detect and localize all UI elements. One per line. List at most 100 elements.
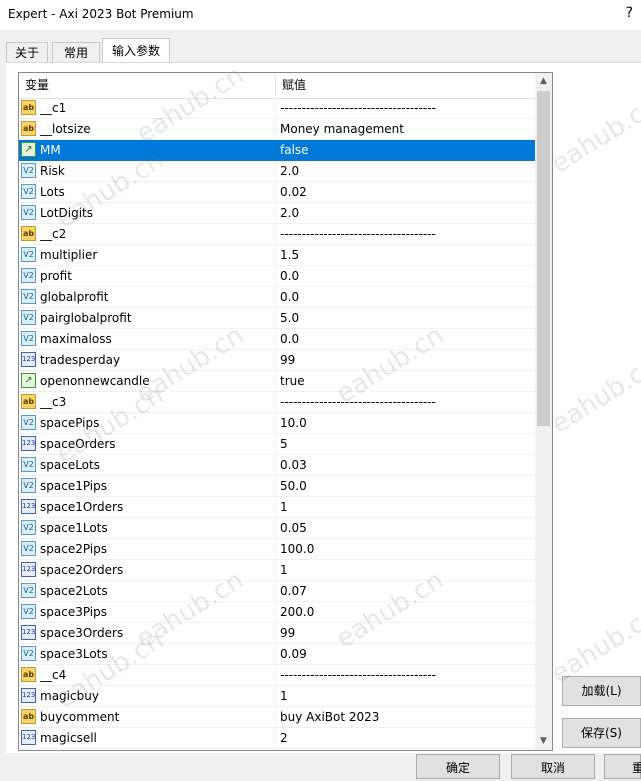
- parameter-name: space1Orders: [40, 500, 124, 514]
- parameter-value[interactable]: buy AxiBot 2023: [280, 707, 379, 728]
- parameter-value[interactable]: 99: [280, 350, 295, 371]
- column-header-variable[interactable]: 变量: [19, 73, 275, 98]
- table-row[interactable]: V2 multiplier 1.5: [19, 245, 535, 266]
- parameter-value[interactable]: 2: [280, 728, 288, 749]
- parameter-value[interactable]: 0.0: [280, 287, 299, 308]
- integer-icon: 123: [21, 436, 36, 451]
- table-row[interactable]: ab __lotsize Money management: [19, 119, 535, 140]
- table-row[interactable]: V2 globalprofit 0.0: [19, 287, 535, 308]
- vertical-scrollbar[interactable]: ▲ ▼: [535, 73, 552, 750]
- parameter-value[interactable]: 100.0: [280, 539, 314, 560]
- load-button[interactable]: 加载(L): [562, 676, 641, 706]
- parameter-name: __c1: [40, 101, 67, 115]
- table-row[interactable]: ab __c4 ----------------------------------…: [19, 665, 535, 686]
- table-row[interactable]: 123 magicsell 2: [19, 728, 535, 749]
- parameter-value[interactable]: ------------------------------------: [280, 224, 436, 245]
- double-icon: V2: [21, 583, 36, 598]
- table-row[interactable]: V2 spacePips 10.0: [19, 413, 535, 434]
- parameter-value[interactable]: 0.0: [280, 329, 299, 350]
- parameter-value[interactable]: 1: [280, 686, 288, 707]
- table-row[interactable]: V2 LotDigits 2.0: [19, 203, 535, 224]
- parameter-value[interactable]: ------------------------------------: [280, 392, 436, 413]
- cell-divider: [275, 476, 276, 497]
- parameter-value[interactable]: 0.0: [280, 266, 299, 287]
- parameter-value[interactable]: false: [280, 140, 309, 161]
- parameter-value[interactable]: 1: [280, 560, 288, 581]
- table-row[interactable]: 123 space2Orders 1: [19, 560, 535, 581]
- tab-about[interactable]: 关于: [6, 42, 48, 63]
- cancel-button[interactable]: 取消: [511, 754, 595, 779]
- parameter-value[interactable]: ------------------------------------: [280, 665, 436, 686]
- parameter-value[interactable]: 5.0: [280, 308, 299, 329]
- column-header-value[interactable]: 赋值: [276, 73, 532, 98]
- parameter-value[interactable]: 200.0: [280, 602, 314, 623]
- table-row[interactable]: V2 Lots 0.02: [19, 182, 535, 203]
- table-row[interactable]: 123 space1Orders 1: [19, 497, 535, 518]
- table-row[interactable]: V2 space3Lots 0.09: [19, 644, 535, 665]
- save-button[interactable]: 保存(S): [562, 718, 641, 748]
- parameter-name: buycomment: [40, 710, 120, 724]
- table-row[interactable]: ↗ MM false: [19, 140, 535, 161]
- integer-icon: 123: [21, 352, 36, 367]
- cell-divider: [275, 119, 276, 140]
- double-icon: V2: [21, 457, 36, 472]
- table-row[interactable]: 123 spaceOrders 5: [19, 434, 535, 455]
- table-row[interactable]: V2 profit 0.0: [19, 266, 535, 287]
- cell-divider: [275, 350, 276, 371]
- parameter-value[interactable]: 0.03: [280, 455, 307, 476]
- parameter-value[interactable]: 0.05: [280, 518, 307, 539]
- table-row[interactable]: ↗ openonnewcandle true: [19, 371, 535, 392]
- table-row[interactable]: V2 Risk 2.0: [19, 161, 535, 182]
- parameter-name: space2Lots: [40, 584, 108, 598]
- parameter-value[interactable]: 1.5: [280, 245, 299, 266]
- parameter-name: Risk: [40, 164, 65, 178]
- parameter-name: tradesperday: [40, 353, 121, 367]
- grid-header: 变量 赋值: [19, 73, 535, 99]
- tab-inputs[interactable]: 输入参数: [102, 38, 170, 64]
- parameter-value[interactable]: 50.0: [280, 476, 307, 497]
- parameter-value[interactable]: 5: [280, 434, 288, 455]
- cell-divider: [275, 182, 276, 203]
- table-row[interactable]: ab __c2 ----------------------------------…: [19, 224, 535, 245]
- reset-button[interactable]: 重: [604, 754, 641, 779]
- scroll-up-icon[interactable]: ▲: [535, 73, 552, 90]
- parameter-value[interactable]: 1: [280, 497, 288, 518]
- parameter-name: MM: [40, 143, 61, 157]
- table-row[interactable]: ab __c3 ----------------------------------…: [19, 392, 535, 413]
- table-row[interactable]: V2 spaceLots 0.03: [19, 455, 535, 476]
- parameter-name: spaceLots: [40, 458, 100, 472]
- cell-divider: [275, 161, 276, 182]
- parameter-value[interactable]: 2.0: [280, 161, 299, 182]
- table-row[interactable]: V2 space1Lots 0.05: [19, 518, 535, 539]
- table-row[interactable]: ab __c1 ----------------------------------…: [19, 98, 535, 119]
- parameter-value[interactable]: Money management: [280, 119, 404, 140]
- table-row[interactable]: V2 pairglobalprofit 5.0: [19, 308, 535, 329]
- parameter-value[interactable]: ------------------------------------: [280, 98, 436, 119]
- parameter-value[interactable]: 99: [280, 623, 295, 644]
- table-row[interactable]: V2 space2Pips 100.0: [19, 539, 535, 560]
- table-row[interactable]: 123 space3Orders 99: [19, 623, 535, 644]
- parameter-value[interactable]: 0.02: [280, 182, 307, 203]
- scroll-down-icon[interactable]: ▼: [535, 733, 552, 750]
- table-row[interactable]: V2 space2Lots 0.07: [19, 581, 535, 602]
- table-row[interactable]: ab buycomment buy AxiBot 2023: [19, 707, 535, 728]
- parameter-name: space3Lots: [40, 647, 108, 661]
- parameter-value[interactable]: 2.0: [280, 203, 299, 224]
- help-button[interactable]: ?: [626, 5, 633, 21]
- table-row[interactable]: V2 space3Pips 200.0: [19, 602, 535, 623]
- double-icon: V2: [21, 415, 36, 430]
- ok-button[interactable]: 确定: [416, 754, 500, 779]
- table-row[interactable]: 123 tradesperday 99: [19, 350, 535, 371]
- tab-common[interactable]: 常用: [52, 42, 100, 63]
- cell-divider: [275, 665, 276, 686]
- table-row[interactable]: V2 maximaloss 0.0: [19, 329, 535, 350]
- double-icon: V2: [21, 646, 36, 661]
- cell-divider: [275, 455, 276, 476]
- table-row[interactable]: V2 space1Pips 50.0: [19, 476, 535, 497]
- parameter-value[interactable]: true: [280, 371, 305, 392]
- table-row[interactable]: 123 magicbuy 1: [19, 686, 535, 707]
- parameter-value[interactable]: 0.07: [280, 581, 307, 602]
- parameter-value[interactable]: 0.09: [280, 644, 307, 665]
- parameter-value[interactable]: 10.0: [280, 413, 307, 434]
- scroll-thumb[interactable]: [537, 91, 550, 426]
